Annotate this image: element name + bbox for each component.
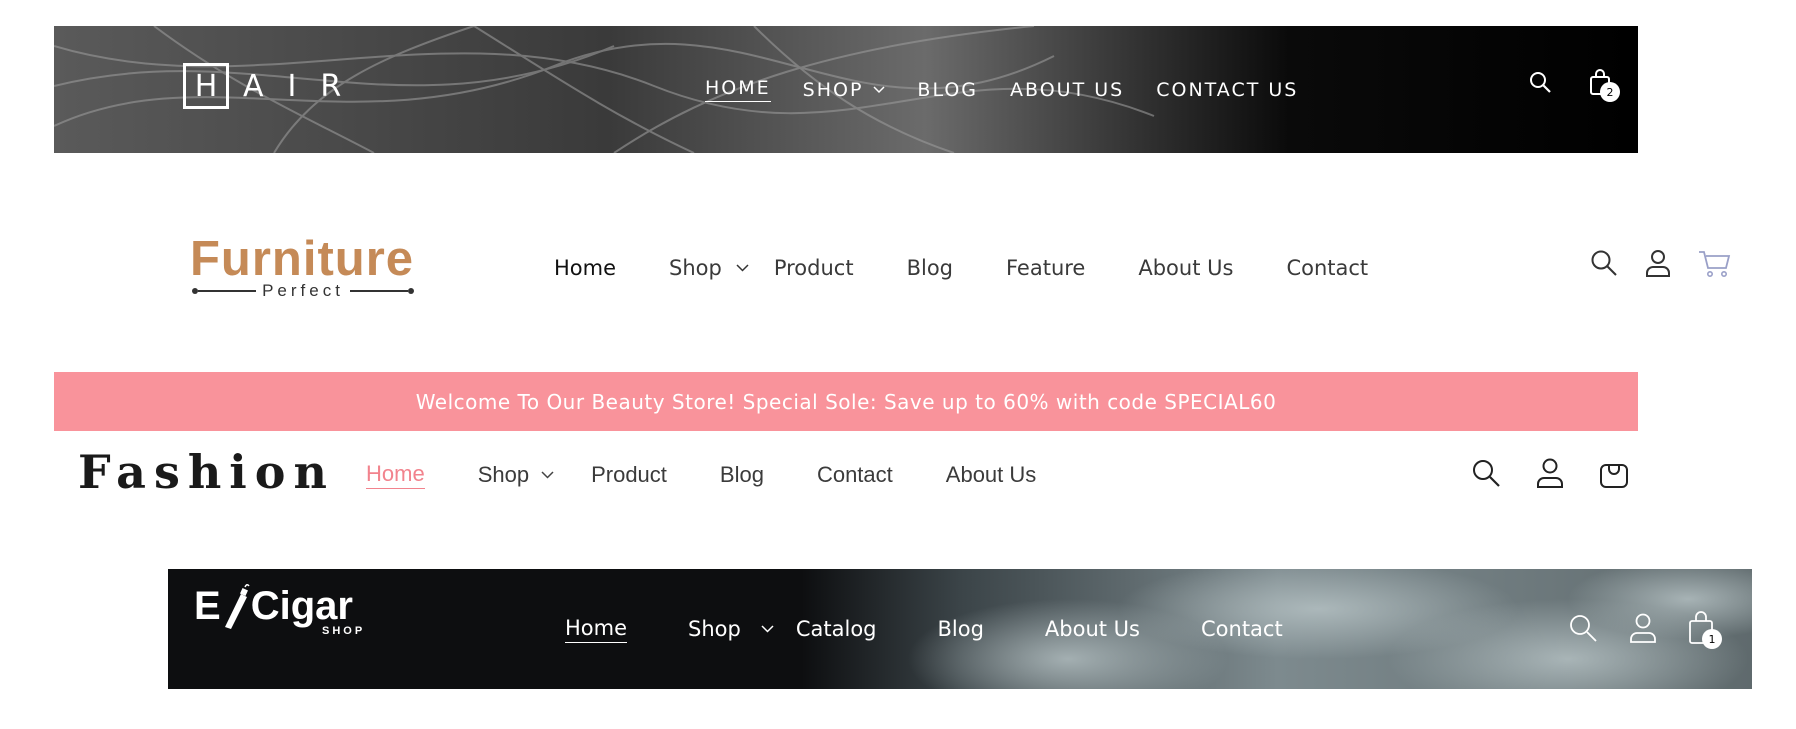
hair-logo-box-letter: H [183,63,229,109]
fashion-header: Fashion Home Shop Product Blog Contact A… [54,431,1638,519]
furniture-header: Furniture Perfect Home Shop Product Blog… [54,200,1796,335]
furniture-header-icons [1590,248,1758,278]
search-icon[interactable] [1528,70,1552,94]
ecigar-logo-text: Cigar [250,584,353,628]
nav-item-product[interactable]: Product [591,462,667,488]
user-icon[interactable] [1628,612,1658,644]
nav-item-contact-us[interactable]: CONTACT US [1156,79,1298,101]
nav-item-label: Catalog [795,617,877,641]
furniture-main-nav: Home Shop Product Blog Feature About Us … [554,200,1421,335]
logo-dot [408,288,415,294]
hair-header: H AIR HOME SHOP BLOG ABOUT US CONTACT US… [54,26,1638,153]
nav-item-label: Home [366,461,425,489]
nav-item-home[interactable]: Home [366,461,425,489]
chevron-down-icon [761,625,774,633]
cart-count-badge: 2 [1600,82,1620,102]
nav-item-label: Contact [1286,255,1369,280]
nav-item-label: Blog [937,617,984,641]
ecigar-logo[interactable]: E Cigar SHOP [194,583,365,637]
logo-line [198,290,257,292]
nav-item-label: Blog [719,462,764,487]
hair-header-icons: 2 [1528,68,1620,102]
cart-icon[interactable] [1698,248,1732,278]
nav-item-contact[interactable]: Contact [1286,256,1368,280]
ecigar-header-icons: 1 [1568,611,1746,649]
hair-main-nav: HOME SHOP BLOG ABOUT US CONTACT US [705,26,1330,153]
nav-item-shop[interactable]: Shop [478,462,554,488]
nav-item-blog[interactable]: BLOG [917,79,978,101]
nav-item-label: Home [554,255,617,280]
ecigar-main-nav: Home Shop Catalog Blog About Us Contact [565,569,1344,689]
nav-item-label: Shop [669,255,722,280]
nav-item-blog[interactable]: Blog [907,256,953,280]
hair-logo-text: AIR [243,68,366,104]
nav-item-product[interactable]: Product [774,256,854,280]
nav-item-label: Feature [1006,255,1086,280]
nav-item-label: Shop [477,462,530,487]
search-icon[interactable] [1568,613,1598,643]
nav-item-home[interactable]: Home [554,256,616,280]
nav-item-feature[interactable]: Feature [1006,256,1085,280]
nav-item-label: BLOG [917,78,979,101]
nav-item-contact[interactable]: Contact [817,462,893,488]
ecigar-logo-main: E Cigar [194,583,365,629]
nav-item-label: Contact [1201,617,1283,641]
user-icon[interactable] [1535,457,1565,489]
bag-icon[interactable] [1599,457,1629,489]
nav-item-label: Blog [906,255,953,280]
furniture-logo-main: Furniture [190,232,415,286]
nav-item-label: Product [591,462,667,487]
nav-item-shop[interactable]: Shop [688,617,774,641]
nav-item-label: Product [773,255,854,280]
cart-button[interactable]: 1 [1688,611,1722,649]
announcement-text: Welcome To Our Beauty Store! Special Sol… [415,389,1277,414]
ecigar-logo-letter: E [194,584,221,628]
chevron-down-icon [736,263,749,272]
search-icon[interactable] [1471,458,1501,488]
nav-item-label: Shop [688,617,741,641]
nav-item-catalog[interactable]: Catalog [796,617,877,641]
chevron-down-icon [541,471,554,479]
nav-item-label: Contact [816,462,893,487]
nav-item-contact[interactable]: Contact [1201,617,1283,641]
fashion-header-icons [1471,457,1663,489]
nav-item-about-us[interactable]: About Us [1045,617,1140,641]
cart-count-badge: 1 [1702,629,1722,649]
e-cigarette-icon [224,583,250,629]
nav-item-label: About Us [1044,617,1140,641]
nav-item-label: HOME [705,77,771,102]
ecigar-logo-sub: SHOP [322,625,366,637]
ecigar-header: E Cigar SHOP Home Shop Catalog Blog Abou… [168,569,1752,689]
nav-item-label: SHOP [802,78,864,101]
nav-item-label: Home [565,616,628,643]
nav-item-home[interactable]: Home [565,616,628,643]
announcement-bar: Welcome To Our Beauty Store! Special Sol… [54,372,1638,431]
nav-item-label: CONTACT US [1156,78,1299,101]
fashion-logo[interactable]: Fashion [78,445,335,499]
nav-item-home[interactable]: HOME [705,77,771,102]
nav-item-about-us[interactable]: About Us [1138,256,1233,280]
furniture-logo-subtext: Perfect [262,281,344,300]
user-icon[interactable] [1644,248,1672,278]
nav-item-shop[interactable]: SHOP [803,79,886,101]
nav-item-shop[interactable]: Shop [669,256,749,280]
nav-item-blog[interactable]: Blog [720,462,764,488]
logo-line [349,290,409,292]
nav-item-about-us[interactable]: About Us [946,462,1037,488]
nav-item-label: About Us [1138,255,1234,280]
cart-button[interactable]: 2 [1588,68,1620,102]
hair-logo[interactable]: H AIR [183,60,365,112]
nav-item-blog[interactable]: Blog [938,617,984,641]
furniture-logo[interactable]: Furniture Perfect [190,233,420,301]
nav-item-label: About Us [945,462,1037,487]
nav-item-label: ABOUT US [1010,78,1125,101]
search-icon[interactable] [1590,249,1618,277]
chevron-down-icon [873,85,885,93]
fashion-main-nav: Home Shop Product Blog Contact About Us [366,431,1089,519]
nav-item-about-us[interactable]: ABOUT US [1010,79,1124,101]
